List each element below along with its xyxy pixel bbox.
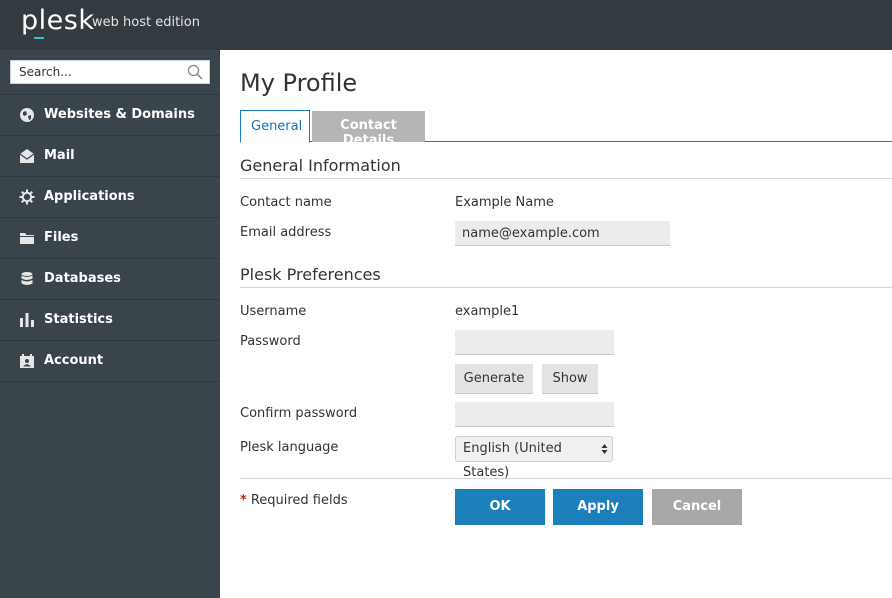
confirm-password-field[interactable] (455, 402, 614, 427)
password-label: Password (240, 334, 301, 349)
apply-button[interactable]: Apply (553, 489, 643, 525)
show-password-button[interactable]: Show (542, 364, 598, 394)
select-arrows-icon (601, 444, 608, 454)
folder-icon (20, 233, 34, 244)
required-fields-text: Required fields (250, 493, 348, 508)
sidebar-item-label: Websites & Domains (44, 107, 195, 122)
mail-icon (19, 149, 35, 163)
edition-label: web host edition (92, 15, 200, 30)
tab-bar: General Contact Details (240, 110, 892, 148)
gear-icon (19, 189, 35, 205)
language-select[interactable]: English (United States) (455, 436, 613, 480)
search-input[interactable] (11, 61, 181, 83)
sidebar: Websites & Domains Mail Applications (0, 50, 220, 598)
confirm-password-label: Confirm password (240, 406, 358, 421)
sidebar-item-statistics[interactable]: Statistics (0, 300, 220, 341)
globe-icon (20, 108, 34, 122)
logo-accent (34, 37, 44, 39)
section-title-plesk-preferences: Plesk Preferences (240, 265, 381, 284)
password-field[interactable] (455, 330, 614, 355)
database-icon (21, 272, 33, 285)
sidebar-item-label: Mail (44, 148, 75, 163)
sidebar-nav: Websites & Domains Mail Applications Fil… (0, 95, 220, 382)
sidebar-item-label: Databases (44, 271, 121, 286)
top-header: plesk web host edition (0, 0, 892, 50)
page-title: My Profile (240, 69, 358, 97)
contact-name-label: Contact name (240, 195, 332, 210)
sidebar-item-label: Applications (44, 189, 135, 204)
section-divider (240, 287, 892, 288)
account-icon (20, 354, 34, 368)
email-field[interactable] (455, 221, 670, 246)
section-title-general-information: General Information (240, 156, 401, 175)
username-value: example1 (455, 304, 520, 319)
sidebar-item-label: Account (44, 353, 104, 368)
tab-contact-details[interactable]: Contact Details (312, 111, 425, 148)
sidebar-item-label: Files (44, 230, 79, 245)
tab-general[interactable]: General (240, 110, 310, 143)
language-select-value: English (United States) (463, 441, 562, 480)
sidebar-item-websites-domains[interactable]: Websites & Domains (0, 95, 220, 136)
section-divider (240, 178, 892, 179)
sidebar-item-applications[interactable]: Applications (0, 177, 220, 218)
generate-password-button[interactable]: Generate (455, 364, 533, 394)
search-box (10, 60, 210, 84)
bar-chart-icon (20, 313, 34, 327)
sidebar-item-mail[interactable]: Mail (0, 136, 220, 177)
email-address-label: Email address (240, 225, 332, 240)
sidebar-item-label: Statistics (44, 312, 113, 327)
form-footer-divider (240, 478, 892, 479)
cancel-button[interactable]: Cancel (652, 489, 742, 525)
ok-button[interactable]: OK (455, 489, 545, 525)
required-fields-note: * Required fields (240, 493, 348, 508)
main-content: My Profile General Contact Details Gener… (220, 50, 892, 598)
plesk-language-label: Plesk language (240, 440, 339, 455)
search-icon[interactable] (187, 64, 203, 80)
sidebar-item-account[interactable]: Account (0, 341, 220, 382)
username-label: Username (240, 304, 307, 319)
contact-name-value: Example Name (455, 195, 554, 210)
sidebar-item-files[interactable]: Files (0, 218, 220, 259)
required-star: * (240, 493, 247, 508)
plesk-logo[interactable]: plesk (21, 5, 94, 36)
sidebar-item-databases[interactable]: Databases (0, 259, 220, 300)
